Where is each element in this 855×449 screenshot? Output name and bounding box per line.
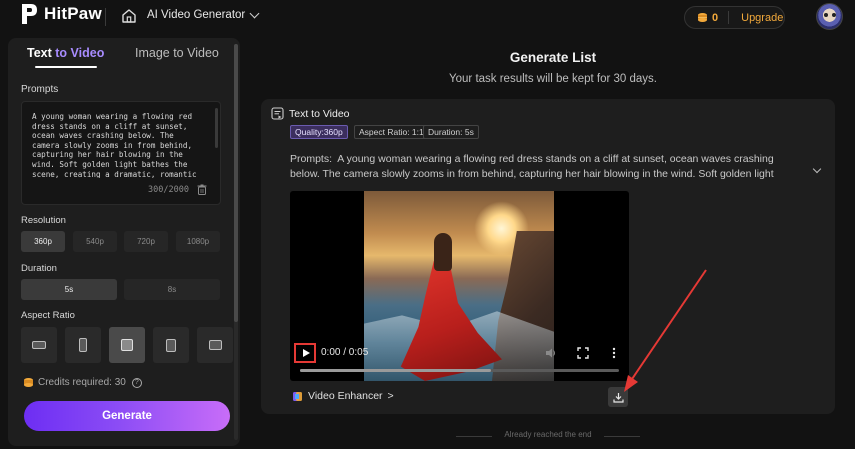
video-enhancer-link[interactable]: Video Enhancer > bbox=[292, 390, 394, 402]
expand-chevron-icon[interactable] bbox=[812, 164, 822, 174]
card-type-label: Text to Video bbox=[289, 108, 350, 120]
ratio-tall-icon bbox=[166, 338, 176, 352]
pill-divider bbox=[728, 11, 730, 24]
hitpaw-logo-icon bbox=[22, 4, 37, 24]
panel-scrollbar[interactable] bbox=[234, 44, 238, 440]
video-time: 0:00 / 0:05 bbox=[321, 347, 369, 358]
aspect-ratio-9-16[interactable] bbox=[65, 327, 101, 363]
prompts-label: Prompts bbox=[21, 84, 59, 95]
ratio-square-icon bbox=[121, 339, 133, 351]
prompt-textarea-text[interactable]: A young woman wearing a flowing red dres… bbox=[32, 112, 204, 178]
credit-balance: 0 bbox=[712, 11, 719, 24]
badge-duration: Duration: 5s bbox=[423, 125, 479, 139]
badge-aspect-ratio: Aspect Ratio: 1:1 bbox=[354, 125, 429, 139]
logo-text: HitPaw bbox=[44, 4, 102, 23]
badge-quality: Quality:360p bbox=[290, 125, 348, 139]
result-card: Text to Video Quality:360p Aspect Ratio:… bbox=[261, 99, 835, 414]
top-header: HitPaw AI Video Generator 0 Upgrade bbox=[0, 0, 855, 34]
ratio-landscape-icon bbox=[32, 341, 46, 349]
card-prompt: Prompts: A young woman wearing a flowing… bbox=[290, 152, 798, 182]
fullscreen-icon[interactable] bbox=[577, 347, 589, 359]
end-of-list: Already reached the end bbox=[456, 430, 640, 441]
aspect-ratio-1-1[interactable] bbox=[109, 327, 145, 363]
aspect-ratio-4-3[interactable] bbox=[197, 327, 233, 363]
help-icon[interactable]: ? bbox=[131, 377, 142, 388]
download-button[interactable] bbox=[608, 387, 628, 407]
page-subtitle: Your task results will be kept for 30 da… bbox=[449, 73, 657, 85]
generate-button[interactable]: Generate bbox=[24, 401, 230, 431]
prompt-input[interactable]: A young woman wearing a flowing red dres… bbox=[21, 101, 221, 205]
coin-icon bbox=[698, 13, 707, 22]
more-options-icon[interactable] bbox=[608, 347, 620, 359]
text-to-video-icon bbox=[271, 107, 284, 120]
resolution-720p[interactable]: 720p bbox=[124, 231, 168, 252]
page-title: Generate List bbox=[509, 50, 597, 65]
video-enhancer-icon bbox=[293, 391, 302, 401]
video-buffer bbox=[300, 369, 492, 372]
ratio-portrait-icon bbox=[79, 338, 87, 352]
video-progress-bar[interactable] bbox=[300, 369, 619, 372]
active-tab-indicator bbox=[35, 66, 97, 68]
video-enhancer-label: Video Enhancer bbox=[308, 390, 383, 402]
duration-8s[interactable]: 8s bbox=[124, 279, 220, 300]
video-player[interactable]: 0:00 / 0:05 bbox=[290, 191, 629, 381]
end-of-list-text: Already reached the end bbox=[504, 430, 592, 439]
video-controls: 0:00 / 0:05 bbox=[290, 343, 629, 381]
volume-icon[interactable] bbox=[545, 347, 557, 359]
home-icon[interactable] bbox=[121, 8, 137, 24]
panel-scroll-thumb[interactable] bbox=[234, 44, 238, 322]
resolution-label: Resolution bbox=[21, 215, 66, 226]
coin-icon bbox=[24, 378, 33, 387]
aspect-ratio-3-4[interactable] bbox=[153, 327, 189, 363]
download-icon bbox=[612, 392, 624, 403]
card-prompt-text: A young woman wearing a flowing red dres… bbox=[290, 153, 774, 180]
chevron-down-icon bbox=[249, 8, 260, 19]
card-prompt-label: Prompts: bbox=[290, 153, 333, 165]
play-button[interactable] bbox=[294, 343, 316, 363]
hitpaw-logo[interactable]: HitPaw bbox=[20, 3, 102, 25]
trash-icon[interactable] bbox=[197, 184, 207, 195]
video-enhancer-chevron: > bbox=[387, 390, 394, 402]
play-icon bbox=[302, 349, 310, 357]
aspect-ratio-label: Aspect Ratio bbox=[21, 310, 75, 321]
upgrade-button[interactable]: Upgrade bbox=[741, 12, 783, 24]
end-line-right bbox=[604, 436, 640, 437]
avatar[interactable] bbox=[816, 3, 843, 30]
aspect-ratio-16-9[interactable] bbox=[21, 327, 57, 363]
resolution-360p[interactable]: 360p bbox=[21, 231, 65, 252]
app-name: AI Video Generator bbox=[147, 9, 246, 21]
ratio-wide-icon bbox=[208, 340, 222, 350]
prompt-scrollbar[interactable] bbox=[215, 108, 218, 148]
duration-5s[interactable]: 5s bbox=[21, 279, 117, 300]
video-figure-hair bbox=[434, 233, 452, 271]
credits-pill[interactable]: 0 Upgrade bbox=[684, 6, 785, 29]
app-switcher[interactable]: AI Video Generator bbox=[147, 8, 260, 21]
header-divider bbox=[105, 8, 106, 26]
resolution-1080p[interactable]: 1080p bbox=[176, 231, 220, 252]
credits-required-text: Credits required: 30 bbox=[38, 377, 126, 388]
prompt-char-count: 300/2000 bbox=[148, 185, 189, 195]
credits-required: Credits required: 30 ? bbox=[23, 377, 142, 388]
resolution-540p[interactable]: 540p bbox=[73, 231, 117, 252]
duration-label: Duration bbox=[21, 263, 57, 274]
left-panel: Text to Video Image to Video Prompts A y… bbox=[8, 38, 240, 446]
